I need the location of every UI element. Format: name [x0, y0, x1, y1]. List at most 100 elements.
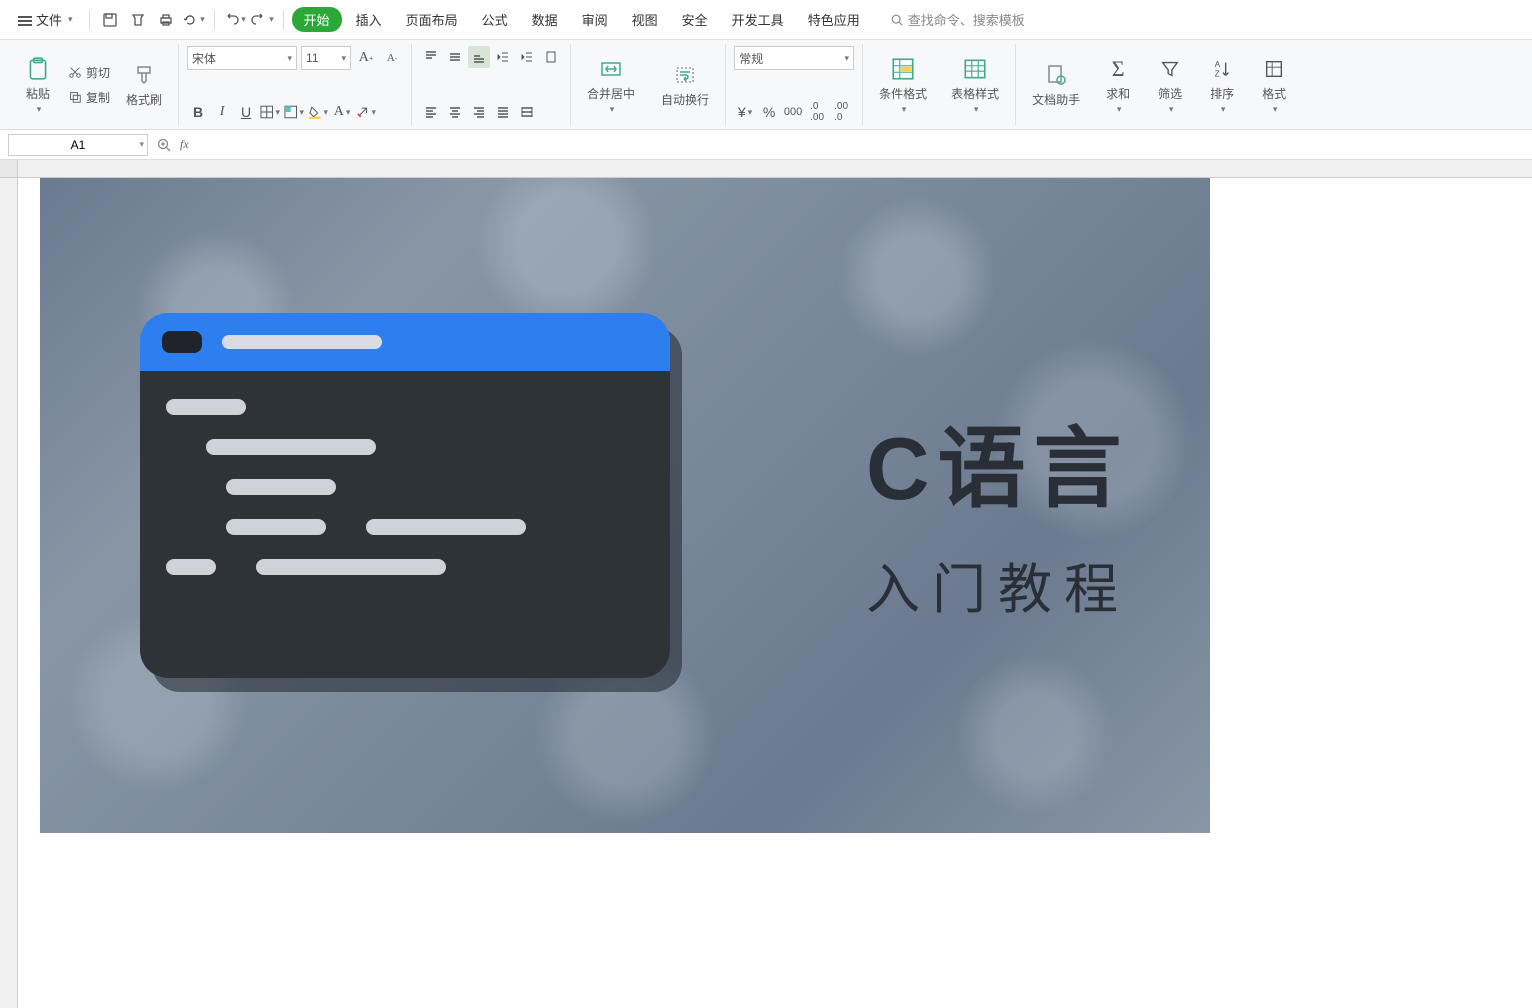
align-left-button[interactable] [420, 101, 442, 123]
table-style-button[interactable]: 表格样式▾ [943, 51, 1007, 119]
number-format-select[interactable]: 常规▾ [734, 46, 854, 70]
file-label: 文件 [36, 10, 62, 29]
align-center-button[interactable] [444, 101, 466, 123]
copy-button[interactable]: 复制 [64, 87, 114, 108]
group-merge: 合并居中▾ 自动换行 [571, 44, 726, 125]
sheet-area: C语言 入门教程 [0, 160, 1532, 1008]
tab-view[interactable]: 视图 [622, 6, 668, 33]
image-heading: C语言 入门教程 [866, 398, 1130, 624]
cell-style-button[interactable]: ▾ [283, 101, 305, 123]
wrap-icon [671, 61, 699, 89]
save-icon[interactable] [98, 8, 122, 32]
decrease-indent-button[interactable] [492, 46, 514, 68]
undo-icon[interactable]: ▾ [223, 8, 247, 32]
zoom-icon[interactable] [156, 137, 172, 153]
increase-font-icon[interactable]: A+ [355, 47, 377, 69]
distribute-button[interactable] [516, 101, 538, 123]
align-top-button[interactable] [420, 46, 442, 68]
increase-decimal-button[interactable]: .0.00 [806, 101, 828, 123]
sum-label: 求和 [1106, 85, 1130, 102]
increase-indent-button[interactable] [516, 46, 538, 68]
tab-security[interactable]: 安全 [672, 6, 718, 33]
group-styles: 条件格式▾ 表格样式▾ [863, 44, 1016, 125]
sum-button[interactable]: Σ 求和▾ [1096, 51, 1140, 119]
currency-button[interactable]: ¥▾ [734, 101, 756, 123]
wrap-label: 自动换行 [661, 91, 709, 108]
fill-color-button[interactable]: ▾ [307, 101, 329, 123]
format-label: 格式 [1262, 85, 1286, 102]
justify-button[interactable] [492, 101, 514, 123]
font-color-button[interactable]: A▾ [331, 101, 353, 123]
bold-button[interactable]: B [187, 101, 209, 123]
formula-bar: A1 ▾ fx [0, 130, 1532, 160]
redo-icon[interactable]: ▾ [251, 8, 275, 32]
row-headers[interactable] [0, 178, 18, 1008]
percent-button[interactable]: % [758, 101, 780, 123]
orientation-button[interactable] [540, 46, 562, 68]
hamburger-icon [18, 14, 32, 26]
tab-data[interactable]: 数据 [522, 6, 568, 33]
merge-center-button[interactable]: 合并居中▾ [579, 51, 643, 119]
format-icon [1260, 55, 1288, 83]
print-icon[interactable] [154, 8, 178, 32]
fx-label[interactable]: fx [180, 137, 189, 152]
format-button[interactable]: 格式▾ [1252, 51, 1296, 119]
wrap-text-button[interactable]: 自动换行 [653, 57, 717, 112]
doc-helper-label: 文档助手 [1032, 91, 1080, 108]
underline-button[interactable]: U [235, 101, 257, 123]
name-box[interactable]: A1 ▾ [8, 134, 148, 156]
table-style-icon [961, 55, 989, 83]
sheet-canvas[interactable]: C语言 入门教程 [18, 160, 1532, 1008]
formula-input[interactable] [197, 134, 1524, 156]
align-bottom-button[interactable] [468, 46, 490, 68]
paste-button[interactable]: 粘贴▾ [16, 51, 60, 119]
cut-button[interactable]: 剪切 [64, 62, 114, 83]
conditional-icon [889, 55, 917, 83]
decrease-decimal-button[interactable]: .00.0 [830, 101, 852, 123]
group-number: 常规▾ ¥▾ % 000 .0.00 .00.0 [726, 44, 863, 125]
code-window-graphic [140, 313, 670, 678]
align-right-button[interactable] [468, 101, 490, 123]
copy-label: 复制 [86, 89, 110, 106]
sum-icon: Σ [1104, 55, 1132, 83]
file-menu[interactable]: 文件 ▾ [10, 6, 81, 33]
divider [89, 10, 90, 30]
tab-dev-tools[interactable]: 开发工具 [722, 6, 794, 33]
search-box[interactable]: 查找命令、搜索模板 [890, 10, 1025, 29]
tab-start[interactable]: 开始 [292, 7, 342, 32]
align-middle-button[interactable] [444, 46, 466, 68]
menu-bar: 文件 ▾ ▾ ▾ ▾ 开始 插入 页面布局 公式 数据 审阅 视图 安全 开发工… [0, 0, 1532, 40]
clear-format-button[interactable]: ▾ [355, 101, 377, 123]
doc-helper-button[interactable]: 文档助手 [1024, 57, 1088, 112]
italic-button[interactable]: I [211, 101, 233, 123]
tab-special[interactable]: 特色应用 [798, 6, 870, 33]
comma-button[interactable]: 000 [782, 101, 804, 123]
group-clipboard: 粘贴▾ 剪切 复制 格式刷 [8, 44, 179, 125]
tab-formulas[interactable]: 公式 [472, 6, 518, 33]
font-size-select[interactable]: 11▾ [301, 46, 351, 70]
group-font: 宋体▾ 11▾ A+ A- B I U ▾ ▾ ▾ A▾ ▾ [179, 44, 412, 125]
font-name-select[interactable]: 宋体▾ [187, 46, 297, 70]
tab-insert[interactable]: 插入 [346, 6, 392, 33]
chevron-down-icon: ▾ [68, 14, 73, 25]
print-preview-icon[interactable] [126, 8, 150, 32]
border-button[interactable]: ▾ [259, 101, 281, 123]
format-painter-label: 格式刷 [126, 91, 162, 108]
merge-label: 合并居中 [587, 85, 635, 102]
search-icon [890, 13, 904, 27]
chevron-down-icon: ▾ [139, 139, 144, 150]
paste-icon [24, 55, 52, 83]
tab-review[interactable]: 审阅 [572, 6, 618, 33]
tab-page-layout[interactable]: 页面布局 [396, 6, 468, 33]
conditional-format-button[interactable]: 条件格式▾ [871, 51, 935, 119]
select-all-corner[interactable] [0, 160, 18, 178]
group-tools: 文档助手 Σ 求和▾ 筛选▾ AZ 排序▾ 格式▾ [1016, 44, 1304, 125]
refresh-icon[interactable]: ▾ [182, 8, 206, 32]
embedded-image[interactable]: C语言 入门教程 [40, 178, 1210, 833]
table-style-label: 表格样式 [951, 85, 999, 102]
format-painter-button[interactable]: 格式刷 [118, 57, 170, 112]
sort-button[interactable]: AZ 排序▾ [1200, 51, 1244, 119]
decrease-font-icon[interactable]: A- [381, 47, 403, 69]
filter-button[interactable]: 筛选▾ [1148, 51, 1192, 119]
group-alignment [412, 44, 571, 125]
